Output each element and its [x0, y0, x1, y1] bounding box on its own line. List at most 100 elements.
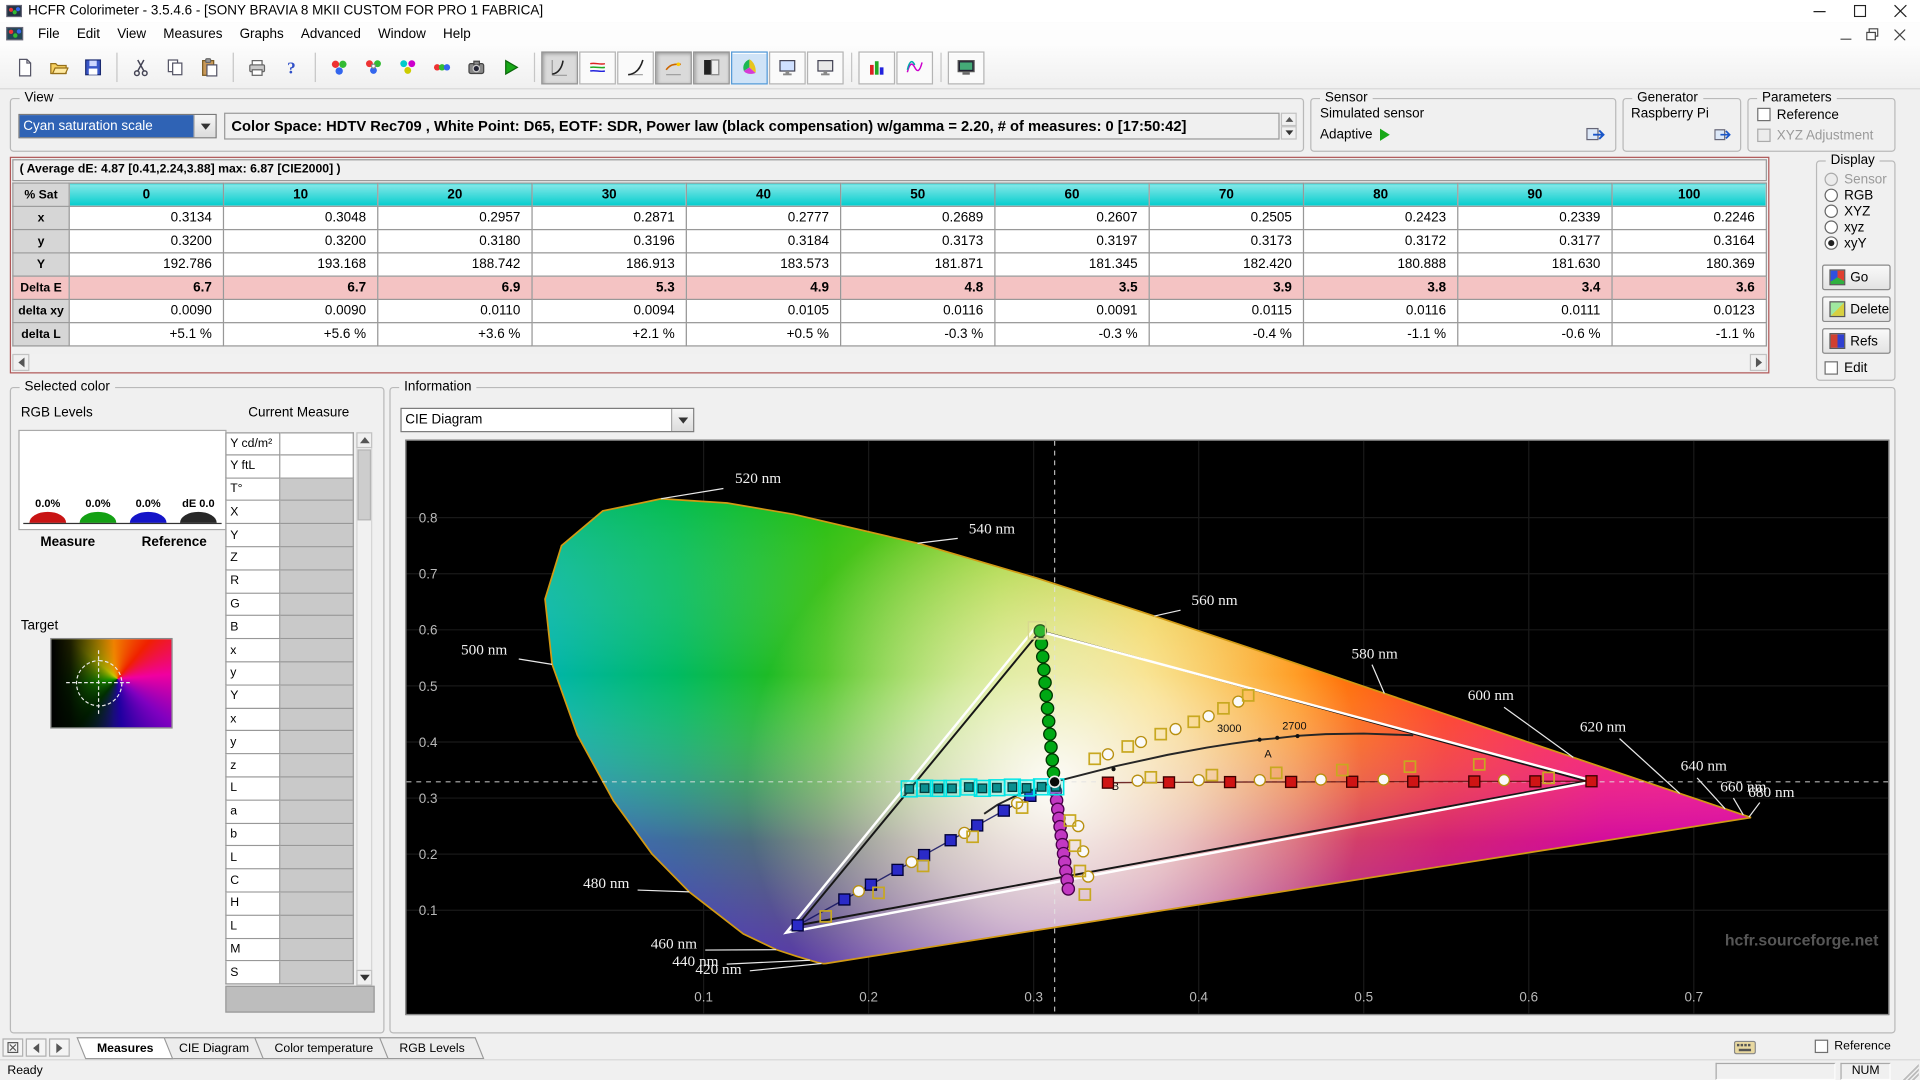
- toolbar-run-measures-button[interactable]: [493, 51, 526, 84]
- reference-status-checkbox[interactable]: [1814, 1039, 1829, 1054]
- table-cell[interactable]: 6.7: [222, 275, 379, 301]
- table-cell[interactable]: 0.2777: [685, 205, 842, 231]
- toolbar-capture-screen-button[interactable]: [459, 51, 492, 84]
- table-cell[interactable]: 180.888: [1302, 252, 1459, 277]
- table-cell[interactable]: -1.1 %: [1611, 322, 1767, 347]
- scroll-right-button[interactable]: [1749, 353, 1767, 372]
- measure-row-value[interactable]: [280, 777, 354, 801]
- display-radio-rgb[interactable]: RGB: [1824, 188, 1887, 205]
- table-cell[interactable]: 183.573: [685, 252, 842, 277]
- toolbar-measure-saturation-button[interactable]: [425, 51, 458, 84]
- column-header[interactable]: 10: [222, 182, 379, 207]
- table-cell[interactable]: 0.2339: [1457, 205, 1613, 231]
- table-cell[interactable]: 0.0091: [994, 298, 1150, 324]
- toolbar-view-monitor-1-button[interactable]: [768, 50, 806, 84]
- toolbar-view-gamma-button[interactable]: [541, 50, 578, 84]
- minimize-button[interactable]: [1799, 0, 1839, 22]
- toolbar-view-luminance-button[interactable]: [617, 50, 654, 84]
- table-cell[interactable]: 0.0111: [1457, 298, 1613, 324]
- radio-icon[interactable]: [1824, 220, 1838, 234]
- column-header[interactable]: 40: [685, 182, 842, 207]
- toolbar-measure-grey-scale-button[interactable]: [322, 51, 355, 84]
- mdi-restore-button[interactable]: [1859, 24, 1886, 44]
- column-header[interactable]: 100: [1611, 182, 1767, 207]
- table-cell[interactable]: -0.6 %: [1457, 322, 1613, 347]
- toolbar-print-button[interactable]: [240, 51, 273, 84]
- measure-row-value[interactable]: [280, 478, 354, 502]
- measure-row-value[interactable]: [280, 570, 354, 594]
- toolbar-measure-primaries-button[interactable]: [356, 51, 389, 84]
- checkbox[interactable]: [1757, 128, 1771, 143]
- table-cell[interactable]: 0.3184: [685, 228, 842, 254]
- menu-measures[interactable]: Measures: [155, 23, 231, 45]
- measure-row-value[interactable]: [280, 800, 354, 824]
- table-cell[interactable]: 181.345: [994, 252, 1150, 277]
- mdi-close-button[interactable]: [1886, 24, 1913, 44]
- delete-button[interactable]: Delete: [1822, 296, 1891, 323]
- column-header[interactable]: 60: [994, 182, 1150, 207]
- scroll-down-button[interactable]: [356, 969, 373, 986]
- menu-view[interactable]: View: [109, 23, 155, 45]
- mdi-minimize-button[interactable]: [1832, 24, 1859, 44]
- table-cell[interactable]: 0.3200: [222, 228, 379, 254]
- measure-row-value[interactable]: [280, 846, 354, 870]
- measure-row-value[interactable]: [280, 547, 354, 571]
- table-cell[interactable]: 192.786: [68, 252, 225, 277]
- toolbar-full-screen-pattern-button[interactable]: [947, 50, 985, 84]
- display-radio-xyy[interactable]: xyY: [1824, 236, 1887, 252]
- table-cell[interactable]: +3.6 %: [377, 322, 533, 347]
- table-cell[interactable]: 0.3048: [222, 205, 379, 231]
- table-cell[interactable]: 6.7: [68, 275, 225, 301]
- tab-rgb-levels[interactable]: RGB Levels: [378, 1036, 485, 1059]
- table-cell[interactable]: 0.0115: [1148, 298, 1305, 324]
- menu-help[interactable]: Help: [434, 23, 479, 45]
- parameter-xyz-adjustment[interactable]: XYZ Adjustment: [1757, 128, 1873, 150]
- table-cell[interactable]: 188.742: [377, 252, 533, 277]
- scale-selector-combobox[interactable]: Cyan saturation scale: [18, 113, 217, 139]
- table-cell[interactable]: 181.630: [1457, 252, 1613, 277]
- display-radio-xyz[interactable]: xyz: [1824, 220, 1887, 236]
- toolbar-paste-button[interactable]: [192, 51, 225, 84]
- checkbox[interactable]: [1757, 107, 1771, 122]
- table-cell[interactable]: 3.6: [1611, 275, 1767, 301]
- toolbar-save-file-button[interactable]: [76, 51, 109, 84]
- toolbar-measure-secondaries-button[interactable]: [391, 51, 424, 84]
- measure-row-value[interactable]: [280, 869, 354, 893]
- table-cell[interactable]: 0.0116: [1302, 298, 1459, 324]
- table-cell[interactable]: 0.2505: [1148, 205, 1305, 231]
- table-cell[interactable]: 0.0123: [1611, 298, 1767, 324]
- table-cell[interactable]: 0.3180: [377, 228, 533, 254]
- close-button[interactable]: [1880, 0, 1920, 22]
- measure-row-value[interactable]: [280, 616, 354, 640]
- table-cell[interactable]: 0.0090: [222, 298, 379, 324]
- toolbar-view-cie-diagram-button[interactable]: [731, 50, 768, 84]
- menu-graphs[interactable]: Graphs: [231, 23, 292, 45]
- table-cell[interactable]: 6.9: [377, 275, 533, 301]
- radio-icon[interactable]: [1824, 172, 1838, 187]
- edit-checkbox[interactable]: [1824, 361, 1838, 375]
- table-cell[interactable]: 0.2246: [1611, 205, 1767, 231]
- table-cell[interactable]: 0.3177: [1457, 228, 1613, 254]
- reference-status-checkbox-row[interactable]: Reference: [1814, 1039, 1891, 1054]
- table-cell[interactable]: 0.3197: [994, 228, 1150, 254]
- display-radio-xyz[interactable]: XYZ: [1824, 204, 1887, 220]
- measure-row-value[interactable]: [280, 708, 354, 732]
- measure-row-value[interactable]: [280, 961, 354, 985]
- measure-row-value[interactable]: [280, 892, 354, 916]
- radio-icon[interactable]: [1824, 204, 1838, 218]
- table-cell[interactable]: +5.1 %: [68, 322, 225, 347]
- table-cell[interactable]: 186.913: [531, 252, 687, 277]
- table-cell[interactable]: 4.8: [840, 275, 996, 301]
- sensor-config-button[interactable]: [1583, 124, 1607, 146]
- table-cell[interactable]: 0.2689: [840, 205, 996, 231]
- column-header[interactable]: 80: [1302, 182, 1459, 207]
- column-header[interactable]: 0: [68, 182, 225, 207]
- toolbar-open-file-button[interactable]: [42, 51, 75, 84]
- measure-row-value[interactable]: [280, 685, 354, 709]
- parameter-reference[interactable]: Reference: [1757, 107, 1873, 129]
- display-radio-sensor[interactable]: Sensor: [1824, 172, 1887, 189]
- table-cell[interactable]: 0.0110: [377, 298, 533, 324]
- scrollbar-thumb[interactable]: [357, 449, 372, 521]
- tab-list-button[interactable]: [2, 1038, 24, 1057]
- radio-icon[interactable]: [1824, 236, 1838, 250]
